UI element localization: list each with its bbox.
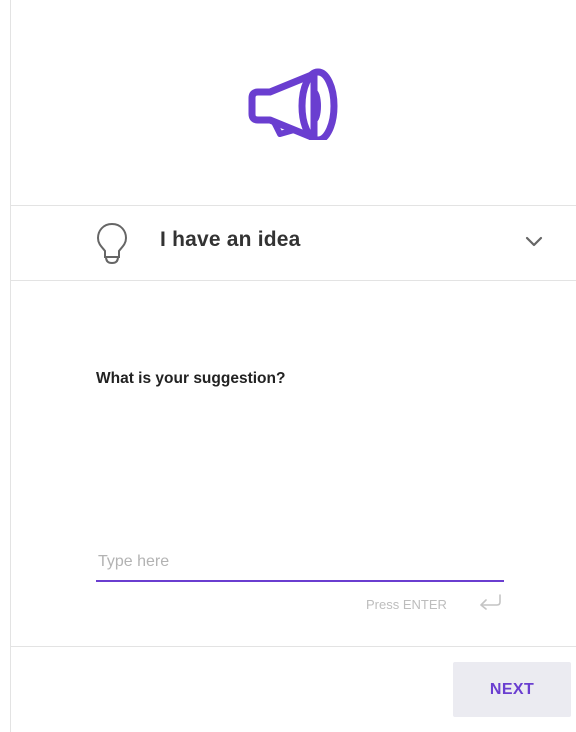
divider-middle	[11, 280, 576, 281]
megaphone-icon	[248, 68, 338, 140]
lightbulb-icon	[96, 222, 128, 265]
divider-bottom	[11, 646, 576, 647]
next-button[interactable]: NEXT	[453, 662, 571, 717]
question-label: What is your suggestion?	[96, 370, 286, 387]
suggestion-input[interactable]	[96, 545, 504, 579]
category-label: I have an idea	[160, 228, 301, 251]
input-underline	[96, 580, 504, 582]
press-enter-hint: Press ENTER	[366, 597, 447, 612]
chevron-down-icon[interactable]	[525, 236, 543, 248]
enter-return-icon	[480, 594, 501, 610]
feedback-panel: I have an idea What is your suggestion? …	[0, 0, 576, 732]
